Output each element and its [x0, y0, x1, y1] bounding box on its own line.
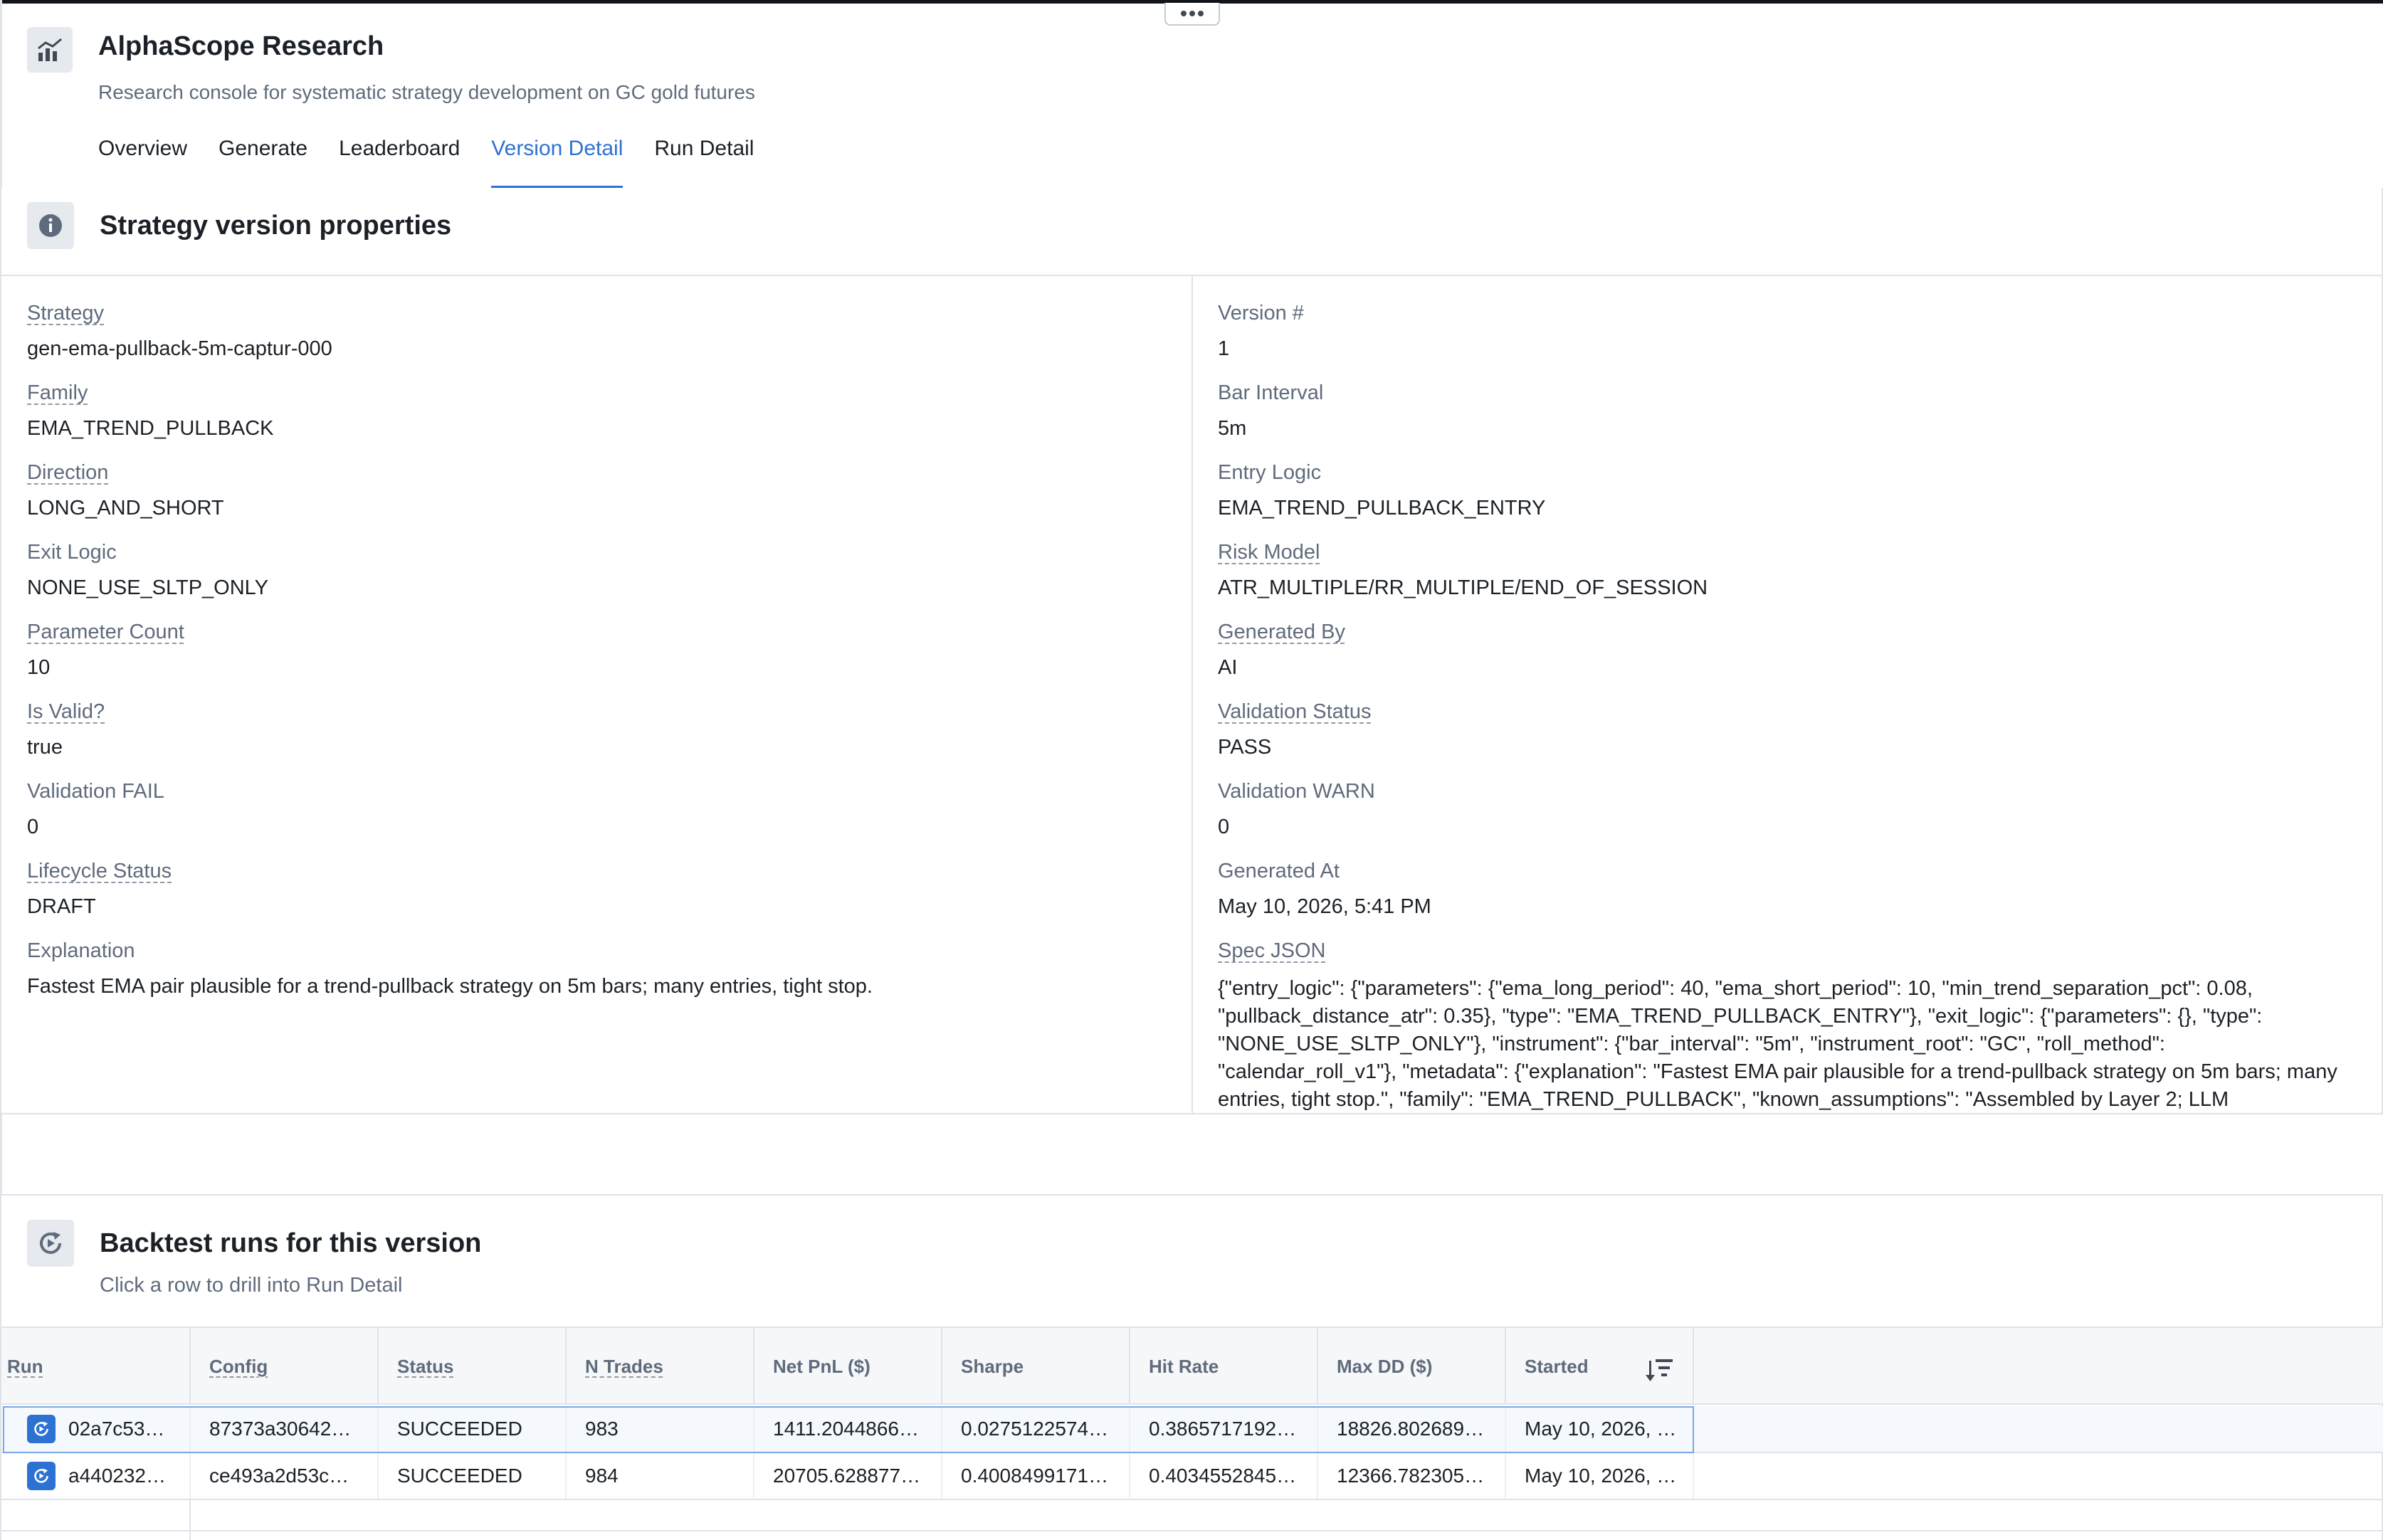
- backtest-run-icon: [34, 1468, 48, 1483]
- column-header-sharpe-label: Sharpe: [961, 1355, 1024, 1377]
- risk-model-value: ATR_MULTIPLE/RR_MULTIPLE/END_OF_SESSION: [1218, 576, 1708, 599]
- direction-label[interactable]: Direction: [27, 461, 108, 485]
- column-header-run[interactable]: Run: [1, 1328, 191, 1405]
- table-bottom-rule: [1, 1530, 2383, 1531]
- more-options-button[interactable]: [1164, 3, 1220, 26]
- explanation-label: Explanation: [27, 939, 135, 962]
- column-header-run-label: Run: [7, 1355, 43, 1377]
- family-label[interactable]: Family: [27, 381, 88, 405]
- properties-title: Strategy version properties: [100, 211, 452, 241]
- app-subtitle: Research console for systematic strategy…: [98, 81, 755, 103]
- sort-descending-icon[interactable]: [1646, 1356, 1674, 1383]
- tab-generate[interactable]: Generate: [219, 132, 307, 189]
- explanation-value: Fastest EMA pair plausible for a trend-p…: [27, 975, 873, 998]
- app-title: AlphaScope Research: [98, 31, 384, 61]
- tab-leaderboard[interactable]: Leaderboard: [339, 132, 460, 189]
- tab-run-detail[interactable]: Run Detail: [654, 132, 754, 189]
- strategy-label[interactable]: Strategy: [27, 302, 104, 325]
- run-id: a440232…: [68, 1465, 167, 1487]
- runs-title: Backtest runs for this version: [100, 1228, 482, 1258]
- parameter-count-label[interactable]: Parameter Count: [27, 621, 184, 644]
- column-header-net-pnl[interactable]: Net PnL ($): [754, 1328, 942, 1405]
- column-header-status[interactable]: Status: [379, 1328, 567, 1405]
- generated-by-label[interactable]: Generated By: [1218, 621, 1345, 644]
- info-icon: [39, 214, 62, 237]
- exit-logic-label: Exit Logic: [27, 541, 117, 564]
- bar-interval-label: Bar Interval: [1218, 381, 1324, 404]
- tab-version-detail[interactable]: Version Detail: [491, 132, 624, 189]
- ellipsis-icon: [1181, 11, 1204, 16]
- lifecycle-status-value: DRAFT: [27, 895, 96, 918]
- family-value: EMA_TREND_PULLBACK: [27, 417, 274, 440]
- strategy-value: gen-ema-pullback-5m-captur-000: [27, 337, 332, 360]
- column-header-hit-rate[interactable]: Hit Rate: [1130, 1328, 1318, 1405]
- runs-subtitle: Click a row to drill into Run Detail: [100, 1274, 403, 1297]
- generated-at-value: May 10, 2026, 5:41 PM: [1218, 895, 1431, 918]
- sharpe-cell: 0.4008499171…: [942, 1453, 1130, 1499]
- validation-warn-value: 0: [1218, 816, 1230, 838]
- run-link-icon[interactable]: [27, 1462, 56, 1490]
- net-pnl-cell: 20705.628877…: [754, 1453, 942, 1499]
- chart-icon: [38, 38, 62, 61]
- validation-status-label[interactable]: Validation Status: [1218, 700, 1372, 724]
- spec-json-value: {"entry_logic": {"parameters": {"ema_lon…: [1218, 977, 2337, 1111]
- column-header-hit-rate-label: Hit Rate: [1149, 1355, 1219, 1377]
- validation-fail-value: 0: [27, 816, 39, 838]
- run-cell: a440232…: [1, 1453, 191, 1499]
- entry-logic-label: Entry Logic: [1218, 461, 1322, 484]
- n-trades-cell: 984: [567, 1453, 754, 1499]
- main-tabs: Overview Generate Leaderboard Version De…: [98, 132, 754, 189]
- is-valid-label[interactable]: Is Valid?: [27, 700, 105, 724]
- column-header-n-trades-label: N Trades: [585, 1355, 663, 1377]
- properties-section-icon: [27, 202, 74, 249]
- column-header-status-label: Status: [397, 1355, 454, 1377]
- tab-overview[interactable]: Overview: [98, 132, 187, 189]
- column-header-config[interactable]: Config: [191, 1328, 379, 1405]
- validation-warn-label: Validation WARN: [1218, 780, 1375, 803]
- entry-logic-value: EMA_TREND_PULLBACK_ENTRY: [1218, 497, 1546, 520]
- hit-rate-cell: 0.4034552845…: [1130, 1453, 1318, 1499]
- version-number-value: 1: [1218, 337, 1230, 360]
- direction-value: LONG_AND_SHORT: [27, 497, 224, 520]
- bar-interval-value: 5m: [1218, 417, 1247, 440]
- started-cell: May 10, 2026, …: [1506, 1453, 1694, 1499]
- risk-model-label[interactable]: Risk Model: [1218, 541, 1320, 564]
- status-cell: SUCCEEDED: [379, 1453, 567, 1499]
- is-valid-value: true: [27, 736, 63, 759]
- validation-status-value: PASS: [1218, 736, 1272, 759]
- version-number-label: Version #: [1218, 302, 1304, 325]
- spec-json-label[interactable]: Spec JSON: [1218, 939, 1326, 963]
- exit-logic-value: NONE_USE_SLTP_ONLY: [27, 576, 268, 599]
- empty-row-column-divider: [189, 1500, 191, 1540]
- column-header-n-trades[interactable]: N Trades: [567, 1328, 754, 1405]
- runs-table-header: Run Config Status N Trades Net PnL ($) S…: [1, 1327, 2383, 1405]
- column-header-sharpe[interactable]: Sharpe: [942, 1328, 1130, 1405]
- table-row[interactable]: a440232… ce493a2d53c… SUCCEEDED 984 2070…: [1, 1453, 2383, 1500]
- validation-fail-label: Validation FAIL: [27, 780, 164, 803]
- runs-section-icon: [27, 1220, 74, 1267]
- lifecycle-status-label[interactable]: Lifecycle Status: [27, 860, 172, 883]
- column-header-max-dd[interactable]: Max DD ($): [1318, 1328, 1506, 1405]
- generated-by-value: AI: [1218, 656, 1238, 679]
- column-header-max-dd-label: Max DD ($): [1337, 1355, 1433, 1377]
- properties-column-divider: [1192, 276, 1193, 1113]
- generated-at-label: Generated At: [1218, 860, 1340, 882]
- column-header-started-label: Started: [1525, 1355, 1589, 1377]
- column-header-config-label: Config: [209, 1355, 268, 1377]
- config-cell: ce493a2d53c…: [191, 1453, 379, 1499]
- parameter-count-value: 10: [27, 656, 51, 679]
- backtest-run-icon: [40, 1232, 61, 1254]
- app-logo: [27, 27, 73, 73]
- max-dd-cell: 12366.782305…: [1318, 1453, 1506, 1499]
- column-header-net-pnl-label: Net PnL ($): [773, 1355, 870, 1377]
- selected-row-outline: [3, 1406, 1694, 1453]
